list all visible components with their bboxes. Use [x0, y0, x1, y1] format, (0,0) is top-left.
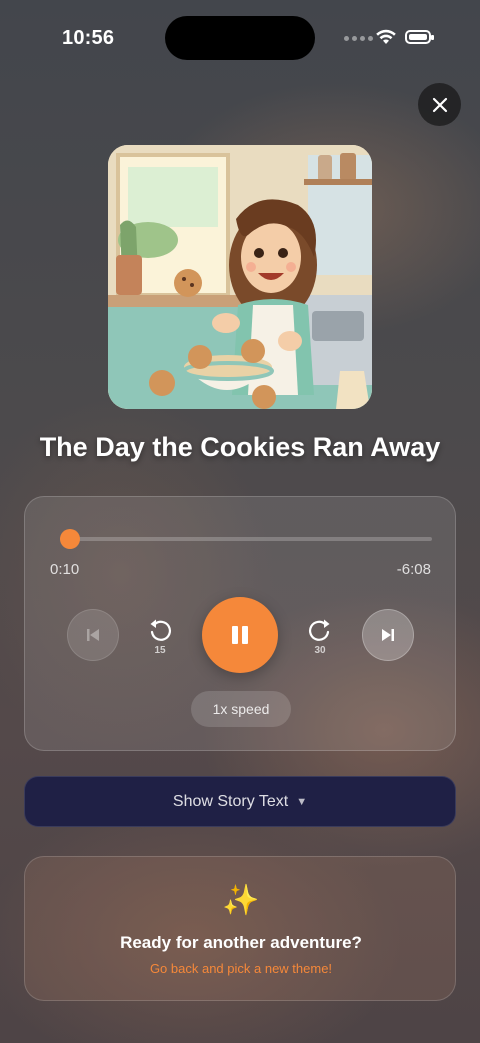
rewind-button[interactable]: 15: [140, 615, 180, 659]
story-title: The Day the Cookies Ran Away: [39, 432, 441, 462]
elapsed-time: 0:10: [50, 561, 80, 578]
progress-track[interactable]: [60, 537, 432, 541]
progress-thumb[interactable]: [60, 529, 81, 549]
sparkles-icon: ✨: [222, 884, 260, 917]
dynamic-island: [165, 16, 315, 60]
show-story-text-button[interactable]: Show Story Text ▼: [24, 776, 456, 827]
forward-seconds: 30: [314, 645, 326, 656]
chevron-down-icon: ▼: [296, 795, 308, 808]
skip-next-icon: [382, 629, 394, 641]
wifi-icon: [376, 29, 396, 44]
show-story-text-label: Show Story Text: [172, 792, 289, 810]
status-time: 10:56: [62, 27, 115, 49]
fast-forward-icon: [309, 619, 330, 641]
playback-speed-button[interactable]: 1x speed: [191, 691, 291, 727]
battery-icon: [405, 30, 434, 44]
skip-previous-icon: [87, 629, 99, 641]
new-adventure-card[interactable]: ✨ Ready for another adventure? Go back a…: [24, 856, 456, 1001]
audio-player-card: 0:10 -6:08 15 30 1x speed: [24, 496, 456, 751]
rewind-seconds: 15: [154, 645, 166, 656]
fast-forward-button[interactable]: 30: [300, 615, 340, 659]
adventure-subtitle[interactable]: Go back and pick a new theme!: [25, 961, 457, 976]
cellular-signal-icon: [344, 36, 373, 41]
next-track-button[interactable]: [362, 609, 414, 661]
previous-track-button[interactable]: [67, 609, 119, 661]
close-button[interactable]: [418, 83, 461, 126]
pause-icon: [232, 626, 248, 644]
adventure-title: Ready for another adventure?: [120, 933, 362, 952]
story-cover-image: [108, 145, 372, 409]
pause-button[interactable]: [202, 597, 278, 673]
rewind-icon: [150, 619, 171, 641]
remaining-time: -6:08: [396, 561, 431, 578]
status-bar: 10:56: [0, 0, 480, 78]
close-icon: [432, 97, 447, 112]
